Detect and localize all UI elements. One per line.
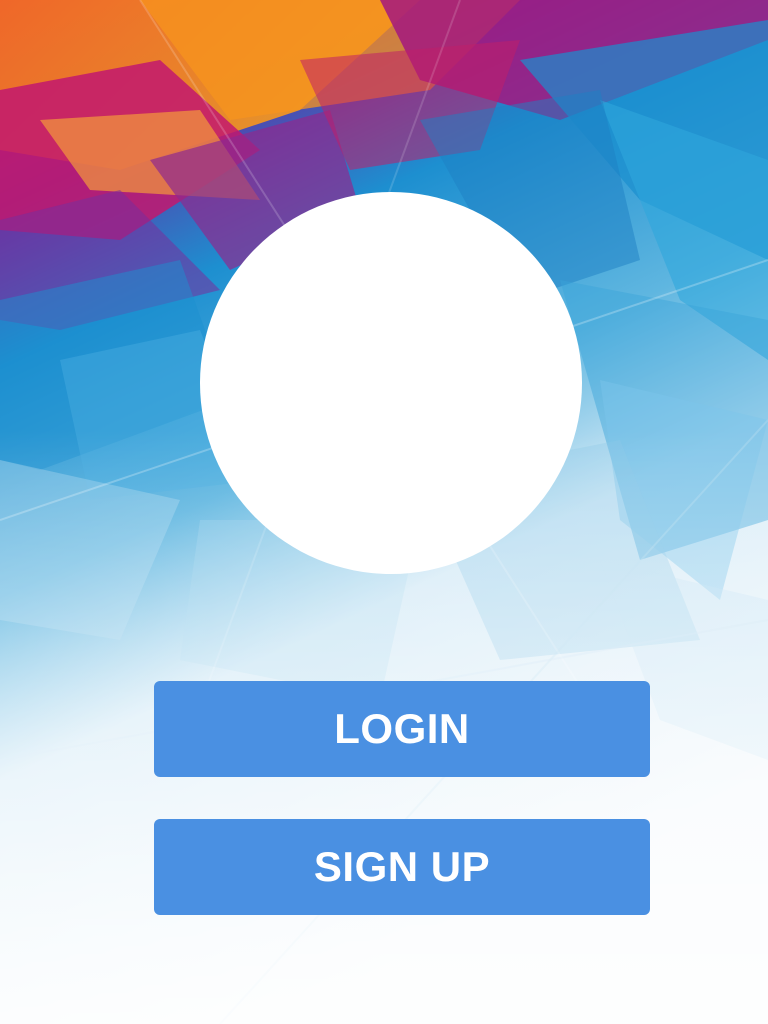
login-button[interactable]: LOGIN: [154, 681, 650, 777]
login-button-label: LOGIN: [334, 705, 470, 752]
logo-placeholder-circle: [200, 192, 582, 574]
signup-button-label: SIGN UP: [313, 843, 491, 890]
welcome-screen: LOGIN SIGN UP: [0, 0, 768, 1024]
signup-button[interactable]: SIGN UP: [154, 819, 650, 915]
